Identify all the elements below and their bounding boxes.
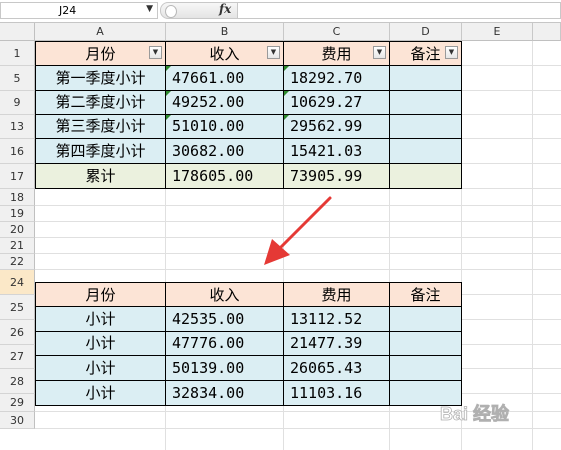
month-cell[interactable]: 小计 [35,307,166,332]
row-header[interactable]: 22 [0,254,35,270]
column-header-c[interactable]: C [284,23,390,41]
expense-cell[interactable]: 18292.70 [284,66,390,91]
income-cell[interactable]: 30682.00 [166,139,284,164]
expense-cell[interactable]: 11103.16 [284,381,390,406]
error-indicator-icon [284,91,289,96]
income-cell[interactable]: 42535.00 [166,307,284,332]
watermark-logo: Bai 经验 [438,398,558,428]
function-icon[interactable]: fx [219,2,231,16]
income-cell[interactable]: 32834.00 [166,381,284,406]
note-cell[interactable] [390,307,462,332]
row-header[interactable]: 17 [0,164,35,189]
function-area: fx [160,2,238,19]
error-indicator-icon [166,115,171,120]
header-cell-month[interactable]: 月份 ▼ [35,41,166,66]
column-header-f[interactable] [533,23,561,41]
column-header-d[interactable]: D [390,23,462,41]
month-cell[interactable]: 第二季度小计 [35,91,166,115]
row-header[interactable]: 9 [0,91,35,115]
error-indicator-icon [166,91,171,96]
name-box-value: J24 [59,4,77,17]
row-header[interactable]: 27 [0,345,35,369]
row-header[interactable]: 1 [0,41,35,66]
note-cell[interactable] [390,332,462,356]
total-label-cell[interactable]: 累计 [35,164,166,189]
row-header[interactable]: 25 [0,295,35,320]
note-cell[interactable] [390,115,462,139]
month-cell[interactable]: 第三季度小计 [35,115,166,139]
note-cell[interactable] [390,91,462,115]
column-header-e[interactable]: E [462,23,533,41]
error-indicator-icon [166,66,171,71]
header-cell-expense[interactable]: 费用 ▼ [284,41,390,66]
total-note-cell[interactable] [390,164,462,189]
filter-dropdown-icon[interactable]: ▼ [267,46,280,59]
income-value: 49252.00 [172,93,245,111]
expense-cell[interactable]: 29562.99 [284,115,390,139]
chevron-down-icon[interactable]: ▼ [146,4,153,14]
row-header[interactable]: 16 [0,139,35,164]
watermark-text: Bai 经验 [440,403,510,424]
month-cell[interactable]: 小计 [35,356,166,381]
row-header[interactable]: 20 [0,222,35,238]
income-cell[interactable]: 47661.00 [166,66,284,91]
error-indicator-icon [284,115,289,120]
header-label: 月份 [85,45,116,63]
row-header[interactable]: 5 [0,66,35,91]
header-cell-month[interactable]: 月份 [35,282,166,307]
row-header-selected[interactable]: 24 [0,270,35,295]
row-header[interactable]: 30 [0,412,35,429]
expense-cell[interactable]: 26065.43 [284,356,390,381]
row-header[interactable]: 26 [0,320,35,345]
month-cell[interactable]: 小计 [35,381,166,406]
month-cell[interactable]: 小计 [35,332,166,356]
header-label: 费用 [321,45,352,63]
header-cell-note[interactable]: 备注 ▼ [390,41,462,66]
header-label: 备注 [410,45,441,63]
income-cell[interactable]: 51010.00 [166,115,284,139]
header-cell-expense[interactable]: 费用 [284,282,390,307]
total-expense-cell[interactable]: 73905.99 [284,164,390,189]
total-income-cell[interactable]: 178605.00 [166,164,284,189]
select-all-corner[interactable] [0,23,35,41]
income-cell[interactable]: 49252.00 [166,91,284,115]
expense-cell[interactable]: 13112.52 [284,307,390,332]
expense-value: 18292.70 [290,69,363,87]
header-cell-income[interactable]: 收入 ▼ [166,41,284,66]
header-label: 收入 [209,45,240,63]
expense-cell[interactable]: 21477.39 [284,332,390,356]
row-header[interactable]: 28 [0,369,35,394]
row-header[interactable]: 18 [0,189,35,206]
note-cell[interactable] [390,356,462,381]
income-cell[interactable]: 47776.00 [166,332,284,356]
income-cell[interactable]: 50139.00 [166,356,284,381]
filter-dropdown-icon[interactable]: ▼ [445,46,458,59]
red-arrow-icon [264,196,332,265]
row-header[interactable]: 21 [0,238,35,254]
expense-cell[interactable]: 10629.27 [284,91,390,115]
income-value: 51010.00 [172,117,245,135]
header-cell-income[interactable]: 收入 [166,282,284,307]
month-cell[interactable]: 第一季度小计 [35,66,166,91]
filter-dropdown-icon[interactable]: ▼ [373,46,386,59]
income-value: 47661.00 [172,69,245,87]
header-cell-note[interactable]: 备注 [390,282,462,307]
month-cell[interactable]: 第四季度小计 [35,139,166,164]
formula-input[interactable] [238,2,561,19]
expense-cell[interactable]: 15421.03 [284,139,390,164]
resize-handle-icon[interactable] [165,5,177,18]
column-header-b[interactable]: B [166,23,284,41]
note-cell[interactable] [390,139,462,164]
expense-value: 10629.27 [290,93,363,111]
row-header[interactable]: 29 [0,394,35,412]
column-header-a[interactable]: A [35,23,166,41]
row-header[interactable]: 19 [0,206,35,222]
filter-dropdown-icon[interactable]: ▼ [149,46,162,59]
row-header[interactable]: 13 [0,115,35,139]
expense-value: 29562.99 [290,117,363,135]
note-cell[interactable] [390,66,462,91]
error-indicator-icon [284,66,289,71]
name-box[interactable]: J24 ▼ [0,2,158,19]
formula-bar: J24 ▼ fx [0,0,561,23]
